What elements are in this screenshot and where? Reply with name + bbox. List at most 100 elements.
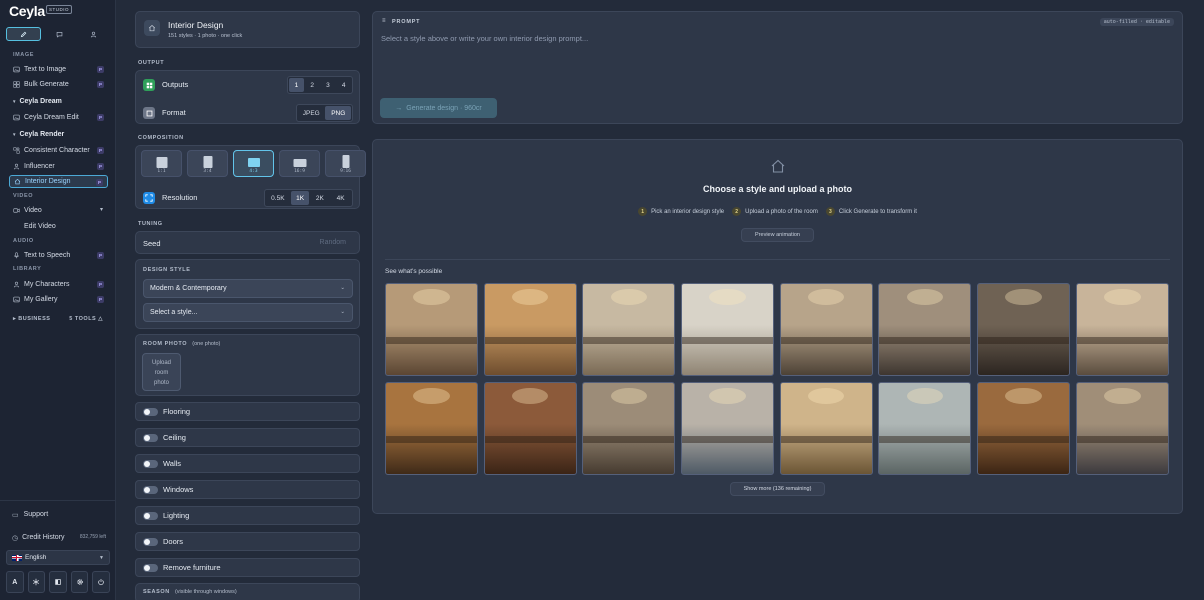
toggle-switch[interactable] <box>143 485 158 494</box>
generate-button[interactable]: → Generate design · 960cr <box>380 98 497 118</box>
sidebar-item-consistent-character[interactable]: Consistent Character P <box>9 144 108 157</box>
outputs-option-4[interactable]: 4 <box>336 78 351 92</box>
clock-icon: ◷ <box>12 534 19 542</box>
resolution-option-4k[interactable]: 4K <box>330 191 351 205</box>
ratio-option-3-4[interactable]: 3:4 <box>187 150 228 177</box>
ratio-option-4-3[interactable]: 4:3 <box>233 150 274 177</box>
example-thumbnail[interactable] <box>385 382 478 475</box>
group-business[interactable]: ▸ BUSINESS 5 TOOLS △ <box>13 316 103 322</box>
example-thumbnail[interactable] <box>977 283 1071 376</box>
pro-badge: P <box>97 66 104 73</box>
toggle-ceiling[interactable]: Ceiling <box>135 428 360 447</box>
example-thumbnail[interactable] <box>1075 283 1169 376</box>
show-more-button[interactable]: Show more (136 remaining) <box>730 482 825 496</box>
example-thumbnail[interactable] <box>483 382 577 475</box>
mode-chat-button[interactable] <box>43 27 76 41</box>
toggle-switch[interactable] <box>143 433 158 442</box>
sidebar-item-label: Text to Image <box>24 66 67 73</box>
mode-create-button[interactable] <box>6 27 41 41</box>
sidebar-item-label: Video <box>24 207 42 214</box>
toggle-remove-furniture[interactable]: Remove furniture <box>135 558 360 577</box>
snowflake-icon <box>33 578 40 586</box>
microphone-icon <box>12 252 20 259</box>
group-ceyla-render[interactable]: ▼ Ceyla Render <box>12 131 64 138</box>
prompt-input[interactable]: Select a style above or write your own i… <box>381 34 588 43</box>
language-select[interactable]: English ▼ <box>6 550 110 565</box>
sidebar-item-label: Consistent Character <box>24 147 90 154</box>
example-thumbnail[interactable] <box>977 382 1071 475</box>
support-link[interactable]: ▭ Support <box>9 508 108 521</box>
font-size-button[interactable]: A <box>6 571 24 593</box>
ratio-label: 1:1 <box>157 169 166 174</box>
example-thumbnail[interactable] <box>1075 382 1169 475</box>
toggle-lighting[interactable]: Lighting <box>135 506 360 525</box>
preview-animation-button[interactable]: Preview animation <box>741 228 814 242</box>
example-thumbnail[interactable] <box>681 382 775 475</box>
divider <box>385 259 1170 260</box>
person-icon <box>12 163 20 170</box>
sidebar-item-my-characters[interactable]: My Characters P <box>9 278 108 291</box>
style-value: Select a style... <box>150 309 198 316</box>
resolution-option-1k[interactable]: 1K <box>290 191 310 205</box>
mode-profile-button[interactable] <box>77 27 110 41</box>
toggle-windows[interactable]: Windows <box>135 480 360 499</box>
toggle-switch[interactable] <box>143 563 158 572</box>
format-option-jpeg[interactable]: JPEG <box>298 106 324 120</box>
outputs-option-2[interactable]: 2 <box>305 78 320 92</box>
upload-room-photo-button[interactable]: Upload room photo <box>142 353 181 391</box>
steps-list: 1 Pick an interior design style 2 Upload a… <box>373 207 1182 216</box>
outputs-option-1[interactable]: 1 <box>289 78 304 92</box>
ratio-shape <box>203 156 212 168</box>
sidebar-item-text-to-image[interactable]: Text to Image P <box>9 63 108 76</box>
toggle-switch[interactable] <box>143 459 158 468</box>
example-thumbnail[interactable] <box>385 283 478 376</box>
example-thumbnail[interactable] <box>878 382 972 475</box>
sidebar-item-interior-design[interactable]: Interior Design P <box>9 175 108 188</box>
sidebar-item-dream-edit[interactable]: Ceyla Dream Edit P <box>9 111 108 124</box>
resolution-option-0-5k[interactable]: 0.5K <box>266 191 290 205</box>
toggle-walls[interactable]: Walls <box>135 454 360 473</box>
tool-subtitle: 151 styles · 1 photo · one click <box>168 33 243 39</box>
example-thumbnail[interactable] <box>878 283 972 376</box>
contrast-button[interactable] <box>49 571 67 593</box>
settings-button[interactable] <box>70 571 89 593</box>
outputs-option-3[interactable]: 3 <box>321 78 336 92</box>
toggle-switch[interactable] <box>143 511 158 520</box>
example-thumbnail[interactable] <box>681 283 775 376</box>
toggle-switch[interactable] <box>143 537 158 546</box>
example-thumbnail[interactable] <box>779 283 873 376</box>
toggle-switch[interactable] <box>143 407 158 416</box>
sidebar-item-edit-video[interactable]: Edit Video <box>9 220 108 233</box>
credit-history-link[interactable]: ◷ Credit History 832,759 left <box>9 531 108 544</box>
style-select[interactable]: Select a style... ⌄ <box>143 303 353 322</box>
sidebar-item-text-to-speech[interactable]: Text to Speech P <box>9 249 108 262</box>
power-icon <box>98 578 104 586</box>
logout-button[interactable] <box>92 571 110 593</box>
ratio-option-1-1[interactable]: 1:1 <box>141 150 182 177</box>
group-label: BUSINESS <box>18 316 51 322</box>
format-option-png[interactable]: PNG <box>325 106 351 120</box>
pro-badge: P <box>97 114 104 121</box>
ratio-option-9-16[interactable]: 9:16 <box>325 150 366 177</box>
sidebar-item-video[interactable]: Video ▾ <box>9 204 108 217</box>
sidebar-item-influencer[interactable]: Influencer P <box>9 160 108 173</box>
example-thumbnail[interactable] <box>582 382 676 475</box>
group-ceyla-dream[interactable]: ▼ Ceyla Dream <box>12 98 62 105</box>
resolution-option-2k[interactable]: 2K <box>310 191 329 205</box>
seed-input[interactable]: Random <box>320 239 346 246</box>
snowflake-button[interactable] <box>27 571 46 593</box>
example-thumbnail[interactable] <box>779 382 873 475</box>
example-thumbnail[interactable] <box>582 283 676 376</box>
style-category-select[interactable]: Modern & Contemporary ⌄ <box>143 279 353 298</box>
toggle-flooring[interactable]: Flooring <box>135 402 360 421</box>
chat-icon <box>56 31 62 38</box>
sidebar-item-my-gallery[interactable]: My Gallery P <box>9 293 108 306</box>
ratio-label: 9:16 <box>340 169 351 174</box>
sidebar-item-bulk-generate[interactable]: Bulk Generate P <box>9 78 108 91</box>
business-tools-count: 5 TOOLS △ <box>69 316 103 322</box>
ratio-option-16-9[interactable]: 16:9 <box>279 150 320 177</box>
toggle-label: Remove furniture <box>163 563 221 572</box>
section-video: VIDEO <box>13 193 34 199</box>
toggle-doors[interactable]: Doors <box>135 532 360 551</box>
example-thumbnail[interactable] <box>483 283 577 376</box>
